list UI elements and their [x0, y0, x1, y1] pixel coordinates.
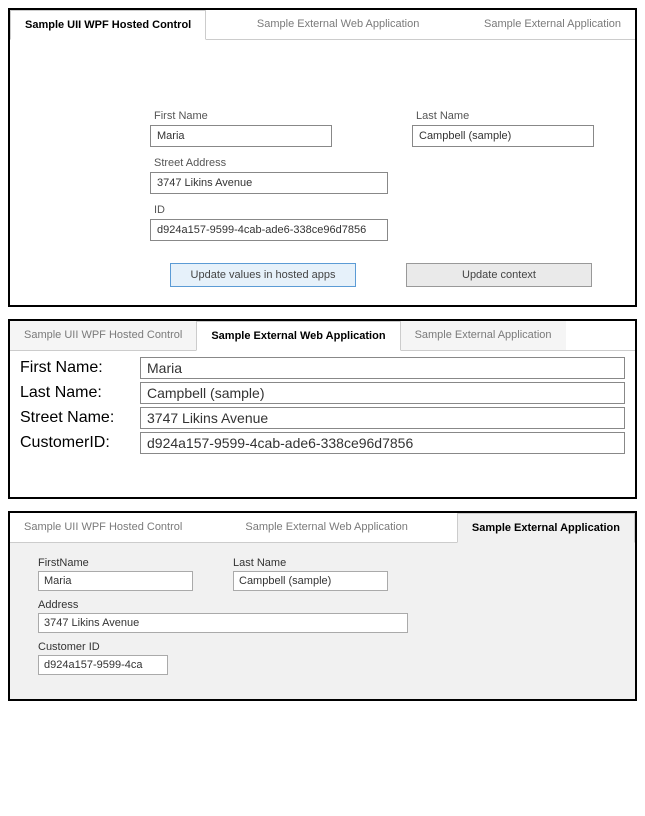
panel-wpf-hosted-control: Sample UII WPF Hosted Control Sample Ext… — [8, 8, 637, 307]
id-label: ID — [150, 204, 615, 216]
first-name-label: FirstName — [38, 557, 193, 569]
last-name-label: Last Name: — [20, 384, 140, 402]
address-input[interactable] — [38, 613, 408, 633]
address-label: Address — [38, 599, 619, 611]
customer-id-label: CustomerID: — [20, 434, 140, 452]
tab-ext[interactable]: Sample External Application — [457, 513, 635, 543]
customer-id-label: Customer ID — [38, 641, 619, 653]
tab-wpf[interactable]: Sample UII WPF Hosted Control — [10, 513, 196, 543]
tab-ext[interactable]: Sample External Application — [470, 10, 635, 40]
tab-wpf[interactable]: Sample UII WPF Hosted Control — [10, 321, 196, 351]
tab-web[interactable]: Sample External Web Application — [231, 513, 421, 543]
customer-id-input[interactable] — [140, 432, 625, 454]
panel-external-web-application: Sample UII WPF Hosted Control Sample Ext… — [8, 319, 637, 499]
tab-web[interactable]: Sample External Web Application — [196, 321, 400, 351]
update-context-button[interactable]: Update context — [406, 263, 592, 287]
first-name-input[interactable] — [140, 357, 625, 379]
street-address-label: Street Address — [150, 157, 615, 169]
tab-strip: Sample UII WPF Hosted Control Sample Ext… — [10, 10, 635, 40]
tab-strip: Sample UII WPF Hosted Control Sample Ext… — [10, 321, 635, 351]
street-address-input[interactable] — [150, 172, 388, 194]
street-name-label: Street Name: — [20, 409, 140, 427]
id-input[interactable] — [150, 219, 388, 241]
first-name-input[interactable] — [38, 571, 193, 591]
first-name-input[interactable] — [150, 125, 332, 147]
panel-external-application: Sample UII WPF Hosted Control Sample Ext… — [8, 511, 637, 701]
tab-strip: Sample UII WPF Hosted Control Sample Ext… — [10, 513, 635, 543]
last-name-input[interactable] — [233, 571, 388, 591]
last-name-input[interactable] — [140, 382, 625, 404]
tab-web[interactable]: Sample External Web Application — [243, 10, 433, 40]
first-name-label: First Name: — [20, 359, 140, 377]
update-values-button[interactable]: Update values in hosted apps — [170, 263, 356, 287]
street-name-input[interactable] — [140, 407, 625, 429]
tab-ext[interactable]: Sample External Application — [401, 321, 566, 351]
customer-id-input[interactable] — [38, 655, 168, 675]
first-name-label: First Name — [150, 110, 332, 122]
last-name-label: Last Name — [412, 110, 594, 122]
last-name-input[interactable] — [412, 125, 594, 147]
tab-wpf[interactable]: Sample UII WPF Hosted Control — [10, 10, 206, 40]
last-name-label: Last Name — [233, 557, 388, 569]
